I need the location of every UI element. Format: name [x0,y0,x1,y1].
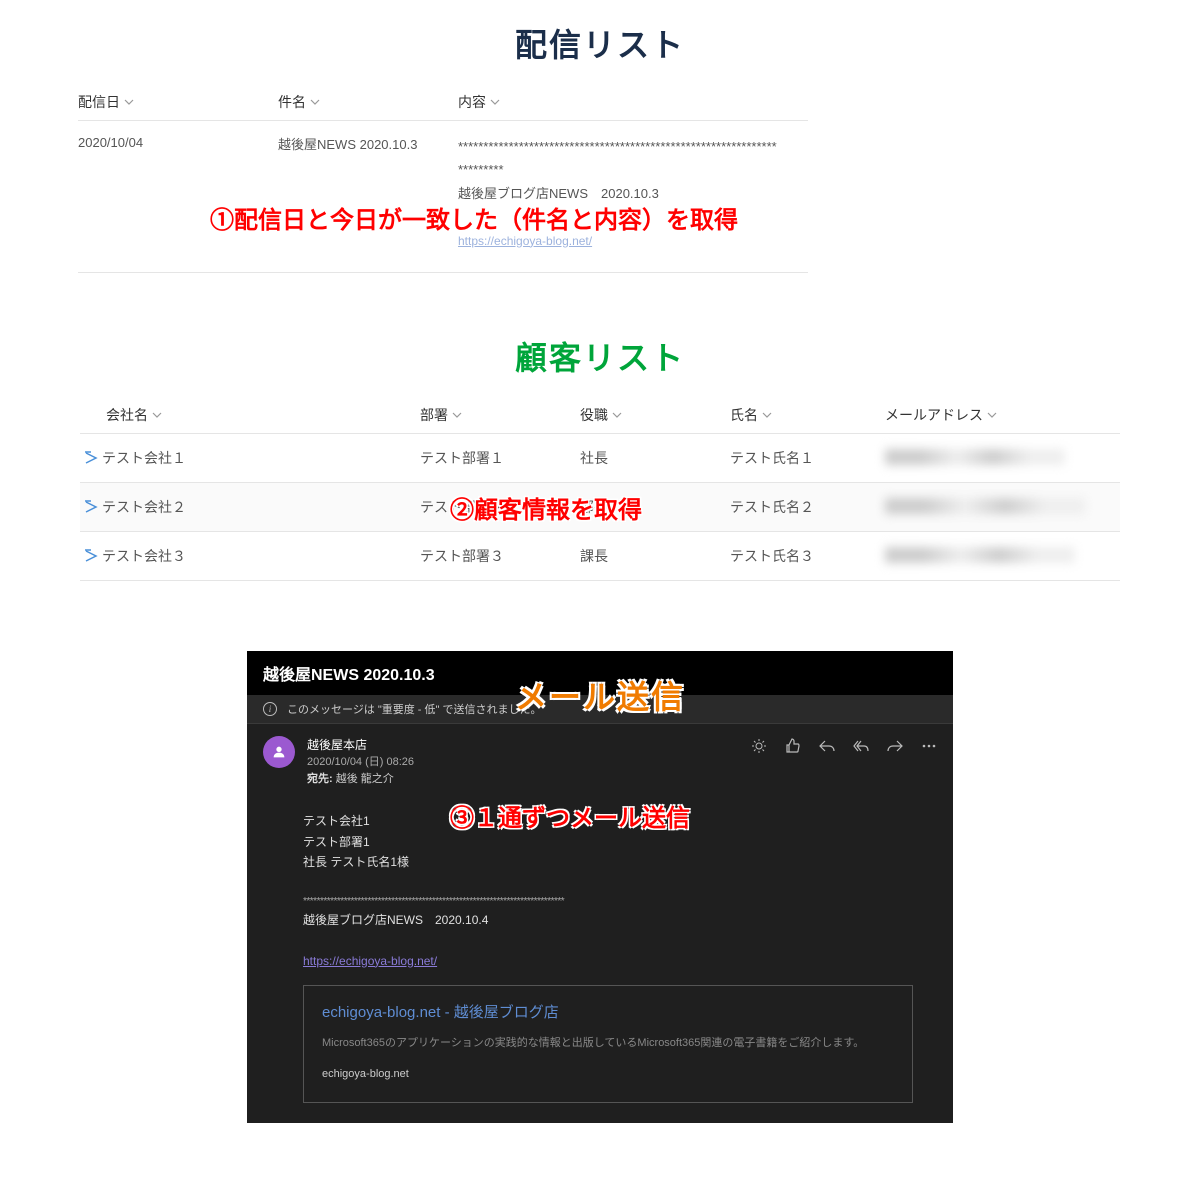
sender-name: 越後屋本店 [307,736,414,754]
col-date[interactable]: 配信日 [78,92,278,112]
sort-icon [762,410,772,420]
annotation-1: ①配信日と今日が一致した（件名と内容）を取得 [210,200,738,235]
forward-icon[interactable] [887,738,903,754]
email-actions [751,738,937,754]
section2-title: 顧客リスト [20,333,1180,379]
sort-icon [452,410,462,420]
email-panel: 越後屋NEWS 2020.10.3 i このメッセージは "重要度 - 低" で… [247,651,953,1123]
annotation-2: ②顧客情報を取得 [450,490,642,525]
body-link[interactable]: https://echigoya-blog.net/ [303,954,437,968]
cell-role: 課長 [580,546,730,566]
like-icon[interactable] [785,738,801,754]
cell-company: テスト会社３ [102,546,186,566]
sort-icon [612,410,622,420]
cell-company: テスト会社２ [102,497,186,517]
col-dept[interactable]: 部署 [420,405,580,425]
sort-icon [490,97,500,107]
select-icon[interactable] [84,500,98,514]
cell-email [885,449,1120,468]
reply-all-icon[interactable] [853,738,869,754]
body-line: テスト部署1 [303,832,913,852]
cell-name: テスト氏名１ [730,448,885,468]
col-role[interactable]: 役職 [580,405,730,425]
sort-icon [124,97,134,107]
sort-icon [987,410,997,420]
preview-desc: Microsoft365のアプリケーションの実践的な情報と出版しているMicro… [322,1035,894,1053]
col-email[interactable]: メールアドレス [885,405,1120,425]
select-icon[interactable] [84,549,98,563]
col-company[interactable]: 会社名 [80,405,420,425]
col-name[interactable]: 氏名 [730,405,885,425]
cell-name: テスト氏名３ [730,546,885,566]
cell-company: テスト会社１ [102,448,186,468]
body-newsline: 越後屋ブログ店NEWS 2020.10.4 [303,910,913,930]
content-link[interactable]: https://echigoya-blog.net/ [458,234,592,248]
sender-block: 越後屋本店 2020/10/04 (日) 08:26 宛先: 越後 龍之介 [307,736,414,787]
section1-title: 配信リスト [20,20,1180,66]
table2-header-row: 会社名 部署 役職 氏名 メールアドレス [80,397,1120,434]
sender-date: 2020/10/04 (日) 08:26 [307,754,414,771]
cell-name: テスト氏名２ [730,497,885,517]
cell-role: 社長 [580,448,730,468]
cell-email [885,498,1120,517]
distribution-table: 配信日 件名 内容 2020/10/04 越後屋NEWS 2020.10.3 *… [78,84,808,273]
col-content[interactable]: 内容 [458,92,808,112]
email-header: 越後屋本店 2020/10/04 (日) 08:26 宛先: 越後 龍之介 [247,724,953,795]
body-divider: ****************************************… [303,893,913,910]
table2-row[interactable]: テスト会社３ テスト部署３ 課長 テスト氏名３ [80,532,1120,581]
body-line: 社長 テスト氏名1様 [303,852,913,872]
more-icon[interactable] [921,738,937,754]
table1-header-row: 配信日 件名 内容 [78,84,808,121]
preview-domain: echigoya-blog.net [322,1065,894,1084]
table1-row[interactable]: 2020/10/04 越後屋NEWS 2020.10.3 ***********… [78,121,808,273]
email-body: テスト会社1 テスト部署1 社長 テスト氏名1様 ***************… [247,795,953,1123]
sort-icon [152,410,162,420]
avatar [263,736,295,768]
col-subject[interactable]: 件名 [278,92,458,112]
table2-row[interactable]: テスト会社１ テスト部署１ 社長 テスト氏名１ [80,434,1120,483]
sender-to: 宛先: 越後 龍之介 [307,771,414,788]
sort-icon [310,97,320,107]
link-preview[interactable]: echigoya-blog.net - 越後屋ブログ店 Microsoft365… [303,985,913,1103]
section3-title: メール送信 [0,672,1200,718]
cell-email [885,547,1120,566]
select-icon[interactable] [84,451,98,465]
cell-dept: テスト部署３ [420,546,580,566]
cell-dept: テスト部署１ [420,448,580,468]
reply-icon[interactable] [819,738,835,754]
sun-icon[interactable] [751,738,767,754]
preview-title: echigoya-blog.net - 越後屋ブログ店 [322,1000,894,1026]
annotation-3: ③１通ずつメール送信 [450,798,690,833]
